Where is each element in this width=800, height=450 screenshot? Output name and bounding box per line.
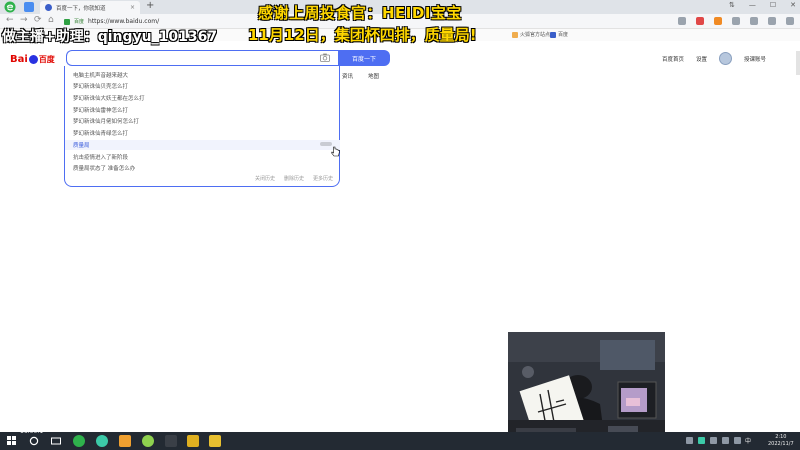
suggestion-item[interactable]: 质量局 bbox=[73, 141, 90, 149]
bookmark-label: 火狐官方站点 bbox=[520, 32, 551, 38]
more-history-link[interactable]: 更多历史 bbox=[313, 175, 333, 182]
more-icon[interactable] bbox=[786, 17, 794, 25]
reload-button[interactable]: ⟳ bbox=[34, 15, 42, 25]
url-text: https://www.baidu.com/ bbox=[88, 18, 160, 25]
suggestion-item[interactable]: 抗击疫情进入了新阶段 bbox=[73, 153, 128, 161]
secure-icon bbox=[64, 18, 70, 25]
site-chip: 百度 bbox=[74, 19, 85, 25]
window-controls: ⇅ — ☐ ✕ bbox=[729, 1, 796, 9]
chat-app-icon[interactable] bbox=[96, 435, 108, 447]
tab-close-button[interactable]: × bbox=[130, 4, 135, 11]
ime-indicator[interactable]: 中 bbox=[745, 436, 751, 445]
extension-icon[interactable] bbox=[714, 17, 722, 25]
app-icon[interactable] bbox=[142, 435, 154, 447]
taskbar: 中 2:10 2022/11/7 bbox=[0, 432, 800, 450]
overlay-thanks-text: 感谢上周投食官：HEIDI宝宝 bbox=[258, 4, 462, 22]
suggestion-hover bbox=[65, 140, 340, 150]
search-button[interactable]: 百度一下 bbox=[338, 50, 390, 66]
tab-baidu[interactable]: 百度一下，你就知道 × bbox=[40, 1, 140, 14]
overlay-contact-text: 做主播+助理：qingyu_101367 bbox=[2, 29, 218, 45]
restore-tabs-button[interactable]: ⇅ bbox=[729, 1, 735, 9]
screenshot-icon[interactable] bbox=[678, 17, 686, 25]
nav-link-news[interactable]: 资讯 bbox=[342, 72, 353, 80]
suggestion-item[interactable]: 梦幻新诛仙月佬如何怎么打 bbox=[73, 117, 139, 125]
settings-link[interactable]: 设置 bbox=[696, 55, 707, 63]
network-icon[interactable] bbox=[722, 437, 729, 444]
suggestion-item[interactable]: 梦幻新诛仙雷神怎么打 bbox=[73, 106, 128, 114]
camera-icon[interactable] bbox=[320, 53, 330, 62]
suggestion-item[interactable]: 梦幻新诛仙大妖王都在怎么打 bbox=[73, 94, 145, 102]
close-history-link[interactable]: 关闭历史 bbox=[255, 175, 275, 182]
menu-icon[interactable] bbox=[732, 17, 740, 25]
avatar[interactable] bbox=[718, 52, 732, 65]
extension-icon[interactable] bbox=[24, 2, 34, 12]
overlay-event-text: 11月12日，集团杯四排，质量局! bbox=[248, 26, 477, 44]
windows-start-icon[interactable] bbox=[7, 436, 17, 446]
suggestion-footer: 关闭历史 删除历史 更多历史 bbox=[255, 175, 333, 182]
tab-title: 百度一下，你就知道 bbox=[56, 5, 106, 12]
bookmark-label: 百度 bbox=[558, 32, 569, 38]
task-view-icon[interactable] bbox=[50, 435, 62, 447]
close-window-button[interactable]: ✕ bbox=[790, 1, 796, 9]
baidu-home-link[interactable]: 百度首页 bbox=[662, 55, 684, 63]
username[interactable]: 授课账号 bbox=[744, 55, 766, 63]
search-icon[interactable] bbox=[28, 435, 40, 447]
side-scroll-handle[interactable] bbox=[796, 51, 800, 75]
paw-icon bbox=[28, 55, 38, 64]
user-bar: 百度首页 设置 授课账号 bbox=[662, 52, 766, 65]
tray-app-icon[interactable] bbox=[698, 437, 705, 444]
bookmark-icon bbox=[512, 31, 518, 38]
bluetooth-icon[interactable] bbox=[710, 437, 717, 444]
app-icon[interactable] bbox=[187, 435, 199, 447]
maximize-button[interactable]: ☐ bbox=[770, 1, 776, 9]
new-tab-button[interactable]: + bbox=[146, 0, 154, 11]
bookmark-icon bbox=[550, 31, 556, 38]
corner-label: 16:00:1 bbox=[20, 428, 44, 435]
volume-icon[interactable] bbox=[734, 437, 741, 444]
suggestion-item[interactable]: 梦幻新诛仙青绿怎么打 bbox=[73, 129, 128, 137]
minimize-button[interactable]: — bbox=[749, 1, 756, 9]
forward-button[interactable]: → bbox=[20, 15, 28, 25]
suggestion-dropdown: 电脑主机声音越来越大 梦幻新诛仙贝壳怎么打 梦幻新诛仙大妖王都在怎么打 梦幻新诛… bbox=[64, 66, 340, 187]
app-icon[interactable] bbox=[209, 435, 221, 447]
clock-time: 2:10 bbox=[775, 434, 787, 440]
delete-history-link[interactable]: 删除历史 bbox=[284, 175, 304, 182]
search-input[interactable] bbox=[66, 50, 338, 66]
browser-logo-icon[interactable] bbox=[4, 1, 16, 13]
clock-date: 2022/11/7 bbox=[768, 441, 794, 447]
browser-taskbar-icon[interactable] bbox=[73, 435, 85, 447]
suggestion-item[interactable]: 电脑主机声音越来越大 bbox=[73, 71, 128, 79]
bookmark-item[interactable]: 火狐官方站点 bbox=[512, 31, 550, 38]
system-clock[interactable]: 2:10 2022/11/7 bbox=[768, 434, 794, 448]
chevron-up-icon[interactable] bbox=[686, 437, 693, 444]
extension-game-icon[interactable] bbox=[696, 17, 704, 25]
app-icon[interactable] bbox=[165, 435, 177, 447]
mouse-cursor-icon bbox=[331, 146, 340, 157]
system-tray bbox=[686, 437, 741, 444]
undo-icon[interactable] bbox=[768, 17, 776, 25]
baidu-logo[interactable]: Bai 百度 bbox=[10, 54, 55, 65]
nav-link-map[interactable]: 地图 bbox=[368, 72, 379, 80]
suggestion-item[interactable]: 梦幻新诛仙贝壳怎么打 bbox=[73, 82, 128, 90]
suggestion-item[interactable]: 质量局状态了 准备怎么办 bbox=[73, 164, 135, 172]
baidu-favicon-icon bbox=[45, 4, 52, 11]
back-button[interactable]: ← bbox=[6, 15, 14, 25]
bookmark-item[interactable]: 百度 bbox=[550, 31, 568, 38]
home-button[interactable]: ⌂ bbox=[48, 15, 54, 25]
browser-toolbar bbox=[678, 17, 794, 25]
app-icon[interactable] bbox=[119, 435, 131, 447]
download-icon[interactable] bbox=[750, 17, 758, 25]
